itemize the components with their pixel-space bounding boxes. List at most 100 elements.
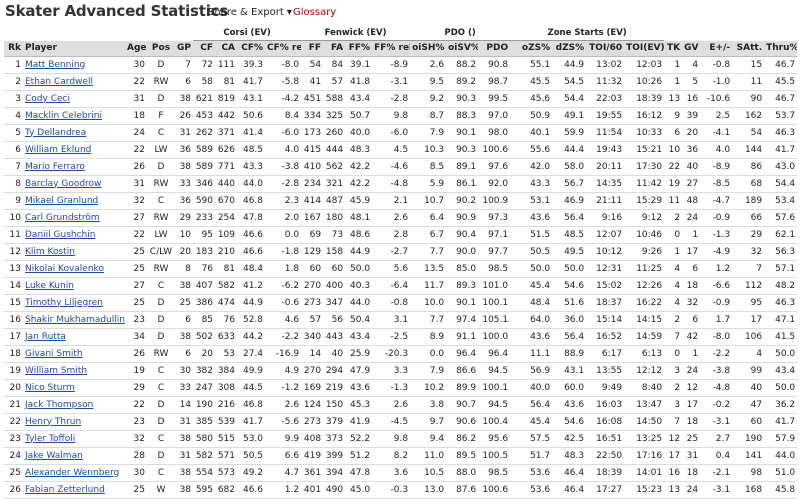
player-link[interactable]: Barclay Goodrow	[25, 179, 101, 189]
cell-age: 25	[125, 294, 147, 312]
player-link[interactable]: Henry Thrun	[25, 417, 81, 427]
player-link[interactable]: Macklin Celebrini	[25, 111, 102, 121]
column-header-player[interactable]: Player	[23, 40, 125, 57]
player-link[interactable]: Jake Walman	[25, 451, 83, 461]
cell-gv: 25	[682, 430, 701, 448]
player-link[interactable]: Jack Thompson	[25, 400, 93, 410]
cell-e: 0.4	[700, 447, 733, 465]
player-link[interactable]: Alexander Wennberg	[25, 468, 119, 478]
column-header-e[interactable]: E+/-	[700, 40, 733, 57]
cell-cf-rel: 4.0	[265, 141, 302, 159]
cell-pos: RW	[147, 175, 175, 193]
player-link[interactable]: Shakir Mukhamadullin	[25, 315, 125, 325]
column-header-pos[interactable]: Pos	[147, 40, 175, 57]
cell-pdo: 98.0	[478, 124, 511, 142]
cell-gp: 6	[175, 73, 194, 91]
cell-pos: D	[147, 158, 175, 176]
column-header-cf-rel[interactable]: CF% rel	[265, 40, 302, 57]
cell-age: 25	[125, 243, 147, 261]
column-header-oish[interactable]: oiSH%	[410, 40, 447, 57]
cell-thru: 57.1	[764, 260, 798, 278]
cell-toi-60: 11:54	[586, 124, 625, 142]
cell-ff: 40.0	[345, 124, 373, 142]
player-link[interactable]: William Smith	[25, 366, 87, 376]
player-link[interactable]: Tyler Toffoli	[25, 434, 75, 444]
cell-rk: 18	[4, 345, 23, 363]
cell-oisv: 89.1	[446, 158, 479, 176]
player-link[interactable]: William Eklund	[25, 145, 91, 155]
column-header-ca[interactable]: CA	[215, 40, 238, 57]
cell-oish: 5.9	[410, 175, 447, 193]
column-header-age[interactable]: Age	[125, 40, 147, 57]
cell-cf-rel: -5.6	[265, 413, 302, 431]
cell-ozs: 11.1	[510, 345, 553, 363]
cell-toi-ev: 15:21	[624, 141, 665, 159]
column-header-thru[interactable]: Thru%	[764, 40, 798, 57]
column-header-pdo[interactable]: PDO	[478, 40, 511, 57]
cell-satt: 11	[732, 73, 765, 91]
cell-toi-ev: 10:46	[624, 226, 665, 244]
column-header-gp[interactable]: GP	[175, 40, 194, 57]
column-header-gv[interactable]: GV	[682, 40, 701, 57]
column-header-fa[interactable]: FA	[323, 40, 346, 57]
column-header-satt[interactable]: SAtt.	[732, 40, 765, 57]
cell-toi-ev: 12:03	[624, 56, 665, 74]
column-header-ff[interactable]: FF	[301, 40, 324, 57]
cell-rk: 14	[4, 277, 23, 295]
share-export-menu[interactable]: Share & Export ▾	[208, 7, 292, 18]
column-header-dzs[interactable]: dZS%	[552, 40, 587, 57]
cell-rk: 11	[4, 226, 23, 244]
cell-oisv: 89.2	[446, 73, 479, 91]
player-link[interactable]: Mikael Granlund	[25, 196, 98, 206]
player-link[interactable]: Nikolai Kovalenko	[25, 264, 104, 274]
column-header-toi-60[interactable]: TOI/60	[586, 40, 625, 57]
cell-satt: 32	[732, 243, 765, 261]
player-link[interactable]: Daniil Gushchin	[25, 230, 95, 240]
player-link[interactable]: Fabian Zetterlund	[25, 485, 105, 495]
cell-ff-rel: -20.3	[372, 345, 411, 363]
player-link[interactable]: Timothy Liljegren	[25, 298, 103, 308]
player-cell: Cody Ceci	[23, 90, 125, 108]
player-link[interactable]: Cody Ceci	[25, 94, 70, 104]
column-header-oisv[interactable]: oiSV%	[446, 40, 479, 57]
cell-cf-rel: -4.2	[265, 90, 302, 108]
cell-toi-ev: 13:25	[624, 430, 665, 448]
player-link[interactable]: Jan Rutta	[25, 332, 66, 342]
cell-satt: 40	[732, 379, 765, 397]
column-header-rk[interactable]: Rk	[4, 40, 23, 57]
column-header-ozs[interactable]: oZS%	[510, 40, 553, 57]
player-cell: Daniil Gushchin	[23, 226, 125, 244]
cell-pos: C	[147, 430, 175, 448]
cell-ff-rel: -0.3	[372, 481, 411, 499]
cell-gv: 18	[682, 277, 701, 295]
cell-ca: 771	[215, 158, 238, 176]
player-link[interactable]: Givani Smith	[25, 349, 83, 359]
cell-fa: 394	[323, 464, 346, 482]
cell-ff-rel: -8.9	[372, 56, 411, 74]
cell-satt: 68	[732, 175, 765, 193]
column-header-toi-ev[interactable]: TOI(EV)	[624, 40, 665, 57]
player-link[interactable]: Mario Ferraro	[25, 162, 85, 172]
glossary-link[interactable]: Glossary	[293, 7, 336, 18]
cell-thru: 53.4	[764, 192, 798, 210]
column-header-ff-rel[interactable]: FF% rel	[372, 40, 411, 57]
column-header-ff[interactable]: FF%	[345, 40, 373, 57]
player-link[interactable]: Carl Grundström	[25, 213, 100, 223]
cell-toi-60: 22:03	[586, 90, 625, 108]
column-header-cf[interactable]: CF	[193, 40, 216, 57]
column-header-tk[interactable]: TK	[664, 40, 683, 57]
cell-pos: D	[147, 311, 175, 329]
cell-toi-60: 14:35	[586, 175, 625, 193]
player-link[interactable]: Matt Benning	[25, 60, 85, 70]
player-link[interactable]: Klim Kostin	[25, 247, 75, 257]
cell-tk: 6	[664, 124, 683, 142]
player-link[interactable]: Ty Dellandrea	[25, 128, 86, 138]
player-link[interactable]: Nico Sturm	[25, 383, 75, 393]
player-link[interactable]: Ethan Cardwell	[25, 77, 93, 87]
cell-ff: 52.2	[345, 430, 373, 448]
player-cell: Barclay Goodrow	[23, 175, 125, 193]
player-link[interactable]: Luke Kunin	[25, 281, 74, 291]
cell-dzs: 46.9	[552, 192, 587, 210]
column-header-cf[interactable]: CF%	[237, 40, 266, 57]
cell-cf: 58	[193, 73, 216, 91]
